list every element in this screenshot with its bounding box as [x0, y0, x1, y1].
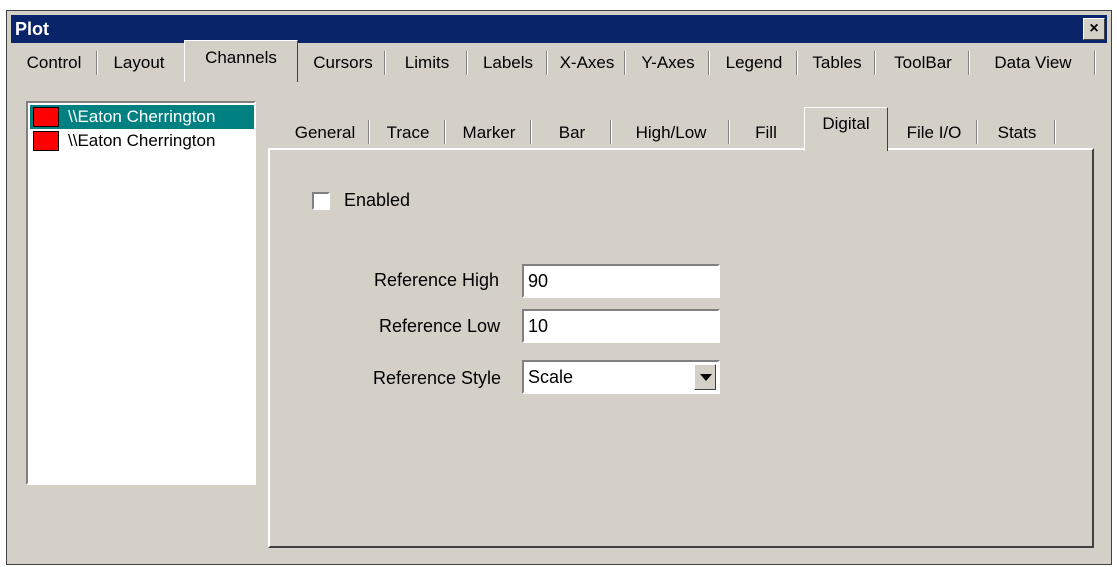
tab-trace[interactable]: Trace: [370, 115, 446, 151]
channel-list-item[interactable]: \\Eaton Cherrington: [30, 105, 254, 129]
tab-fill[interactable]: Fill: [730, 115, 802, 151]
tab-limits[interactable]: Limits: [386, 46, 468, 80]
tab-stats[interactable]: Stats: [978, 115, 1056, 151]
tab-high-low[interactable]: High/Low: [612, 115, 730, 151]
tab-toolbar[interactable]: ToolBar: [876, 46, 970, 80]
reference-style-label: Reference Style: [373, 368, 502, 388]
reference-low-label: Reference Low: [379, 316, 501, 336]
tab-x-axes[interactable]: X-Axes: [548, 46, 626, 80]
tab-labels[interactable]: Labels: [468, 46, 548, 80]
dropdown-button[interactable]: [694, 364, 716, 390]
close-icon: ×: [1089, 20, 1099, 37]
close-button[interactable]: ×: [1083, 18, 1105, 40]
channel-list[interactable]: \\Eaton Cherrington \\Eaton Cherrington: [26, 101, 256, 485]
top-tab-strip: Control Layout Channels Cursors Limits L…: [10, 40, 1100, 82]
sub-tab-strip: General Trace Marker Bar High/Low Fill D…: [280, 107, 1060, 151]
tab-digital[interactable]: Digital: [804, 107, 888, 151]
channel-color-swatch: [33, 107, 59, 127]
chevron-down-icon: [700, 374, 712, 381]
reference-low-field[interactable]: [522, 309, 720, 343]
channel-list-item[interactable]: \\Eaton Cherrington: [30, 129, 254, 153]
tab-bar[interactable]: Bar: [532, 115, 612, 151]
reference-high-field[interactable]: [522, 264, 720, 298]
tab-legend[interactable]: Legend: [710, 46, 798, 80]
tab-general[interactable]: General: [280, 115, 370, 151]
tab-control[interactable]: Control: [10, 46, 98, 80]
enabled-checkbox[interactable]: [312, 192, 330, 210]
tab-layout[interactable]: Layout: [98, 46, 180, 80]
reference-high-label: Reference High: [374, 270, 500, 290]
tab-marker[interactable]: Marker: [446, 115, 532, 151]
tab-cursors[interactable]: Cursors: [300, 46, 386, 80]
reference-style-select[interactable]: Scale: [522, 360, 720, 394]
enabled-label: Enabled: [344, 190, 411, 210]
tab-channels[interactable]: Channels: [184, 40, 298, 82]
tab-y-axes[interactable]: Y-Axes: [626, 46, 710, 80]
tab-tables[interactable]: Tables: [798, 46, 876, 80]
tab-data-view[interactable]: Data View: [970, 46, 1096, 80]
window-title: Plot: [15, 19, 49, 39]
tab-file-io[interactable]: File I/O: [890, 115, 978, 151]
channel-color-swatch: [33, 131, 59, 151]
title-bar[interactable]: Plot ×: [11, 15, 1107, 43]
